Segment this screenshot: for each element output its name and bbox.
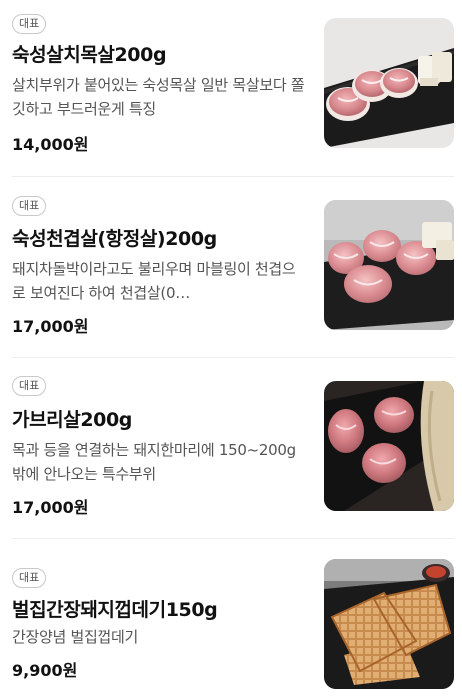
menu-item-name: 숙성천겹살(항정살)200g: [12, 228, 217, 250]
signature-badge: 대표: [12, 376, 47, 396]
menu-list: 대표 숙성살치목살200g 살치부위가 붙어있는 숙성목살 일반 목살보다 쫄깃…: [0, 0, 462, 698]
menu-item-description: 돼지차돌박이라고도 불리우며 마블링이 천겹으로 보여진다 하여 천겹살(0…: [12, 260, 296, 302]
menu-item-photo[interactable]: [324, 381, 454, 511]
menu-item-price: 14,000원: [12, 135, 89, 154]
menu-item-description: 목과 등을 연결하는 돼지한마리에 150~200g밖에 안나오는 특수부위: [12, 441, 296, 483]
menu-item-price: 9,900원: [12, 661, 78, 680]
menu-item[interactable]: 대표 벌집간장돼지껍데기150g 간장양념 벌집껍데기 9,900원: [0, 539, 462, 698]
menu-item-name: 가브리살200g: [12, 409, 132, 431]
menu-item-description: 간장양념 벌집껍데기: [12, 628, 138, 646]
menu-item-price: 17,000원: [12, 317, 89, 336]
signature-badge: 대표: [12, 14, 47, 34]
signature-badge: 대표: [12, 568, 47, 588]
menu-item-photo[interactable]: [324, 18, 454, 148]
menu-item-description: 살치부위가 붙어있는 숙성목살 일반 목살보다 쫄깃하고 부드러운게 특징: [12, 76, 305, 118]
signature-badge: 대표: [12, 196, 47, 216]
menu-item-photo[interactable]: [324, 559, 454, 689]
menu-item-photo[interactable]: [324, 200, 454, 330]
menu-item[interactable]: 대표 숙성천겹살(항정살)200g 돼지차돌박이라고도 불리우며 마블링이 천겹…: [0, 177, 462, 357]
menu-item[interactable]: 대표 가브리살200g 목과 등을 연결하는 돼지한마리에 150~200g밖에…: [0, 358, 462, 538]
menu-item-name: 숙성살치목살200g: [12, 44, 167, 66]
menu-item-price: 17,000원: [12, 498, 89, 517]
menu-item-name: 벌집간장돼지껍데기150g: [12, 599, 218, 621]
menu-item[interactable]: 대표 숙성살치목살200g 살치부위가 붙어있는 숙성목살 일반 목살보다 쫄깃…: [0, 0, 462, 176]
